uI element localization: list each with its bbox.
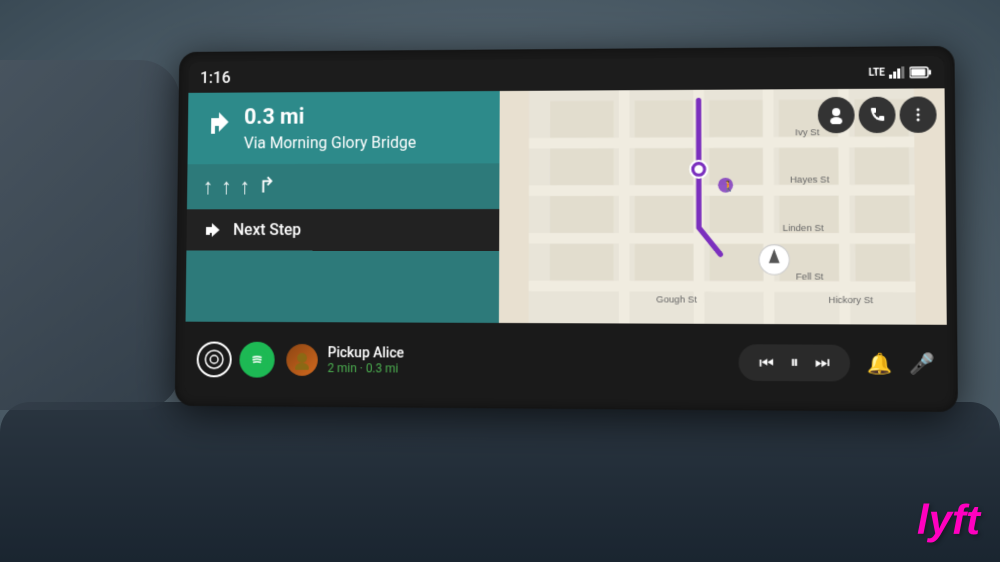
- android-circle-icon: [204, 349, 224, 369]
- next-step-arrow-icon: [202, 219, 224, 241]
- lte-indicator: LTE: [868, 67, 885, 78]
- phone-icon: [868, 106, 887, 124]
- distance-display: 0.3 mi: [244, 105, 416, 130]
- next-step-label: Next Step: [233, 221, 301, 240]
- turn-arrow-icon: [203, 106, 232, 145]
- bottom-bar: Pickup Alice 2 min · 0.3 mi ⏮ ⏸ ⏭ 🔔 🎤: [185, 322, 948, 402]
- contact-button[interactable]: [818, 97, 855, 133]
- lyft-logo: lyft: [917, 496, 980, 544]
- prev-track-button[interactable]: ⏮: [759, 352, 774, 372]
- spotify-icon[interactable]: [239, 341, 275, 377]
- lane-arrow-turn: ↱: [258, 174, 276, 199]
- call-button[interactable]: [859, 97, 896, 133]
- notification-bell-icon[interactable]: 🔔: [867, 350, 893, 375]
- rider-avatar: [286, 343, 318, 375]
- map-panel: Ivy St Hayes St Linden St Fell St Gough …: [499, 88, 947, 324]
- screen-bezel: 1:16 LTE: [175, 46, 958, 412]
- svg-text:Hayes St: Hayes St: [790, 174, 830, 185]
- svg-text:Gough St: Gough St: [656, 293, 697, 304]
- svg-text:Hickory St: Hickory St: [829, 294, 874, 305]
- direction-info: 0.3 mi Via Morning Glory Bridge: [244, 105, 417, 154]
- svg-text:🚶: 🚶: [722, 179, 735, 192]
- pickup-distance: 2 min · 0.3 mi: [327, 361, 403, 375]
- lane-guidance: ↑ ↑ ↑ ↱: [187, 163, 500, 209]
- media-controls: ⏮ ⏸ ⏭: [739, 344, 851, 381]
- navigation-panel: 0.3 mi Via Morning Glory Bridge ↑ ↑ ↑ ↱: [186, 91, 500, 323]
- android-auto-screen: 1:16 LTE: [185, 56, 948, 402]
- battery-icon: [909, 66, 932, 78]
- status-bar: 1:16 LTE: [188, 56, 944, 93]
- dashboard: [0, 402, 1000, 562]
- lane-arrow-3: ↑: [239, 174, 250, 200]
- spotify-logo: [246, 348, 268, 370]
- pickup-info: Pickup Alice 2 min · 0.3 mi: [286, 343, 739, 378]
- steering-column: [0, 60, 180, 410]
- pickup-name: Pickup Alice: [328, 345, 404, 361]
- more-icon: [909, 106, 928, 124]
- lane-arrow-2: ↑: [221, 174, 232, 200]
- street-name: Via Morning Glory Bridge: [244, 133, 417, 154]
- main-content: 0.3 mi Via Morning Glory Bridge ↑ ↑ ↑ ↱: [186, 88, 947, 324]
- android-auto-icon[interactable]: [196, 341, 231, 377]
- status-icons: LTE: [868, 66, 932, 78]
- next-step-bar: Next Step: [186, 209, 499, 251]
- pickup-text: Pickup Alice 2 min · 0.3 mi: [327, 345, 404, 375]
- signal-icon: [889, 66, 905, 78]
- microphone-icon[interactable]: 🎤: [909, 351, 935, 376]
- clock: 1:16: [200, 68, 231, 87]
- person-icon: [827, 106, 845, 124]
- map-action-buttons: [818, 96, 937, 133]
- avatar-image: [292, 349, 312, 369]
- svg-text:Linden St: Linden St: [783, 222, 824, 233]
- lane-arrow-1: ↑: [203, 174, 214, 200]
- svg-text:Fell St: Fell St: [796, 270, 824, 281]
- next-track-button[interactable]: ⏭: [815, 352, 830, 372]
- svg-text:Ivy St: Ivy St: [795, 126, 820, 137]
- right-controls: 🔔 🎤: [867, 350, 935, 375]
- direction-card: 0.3 mi Via Morning Glory Bridge: [188, 91, 500, 164]
- more-options-button[interactable]: [899, 96, 936, 132]
- pause-button[interactable]: ⏸: [790, 352, 798, 372]
